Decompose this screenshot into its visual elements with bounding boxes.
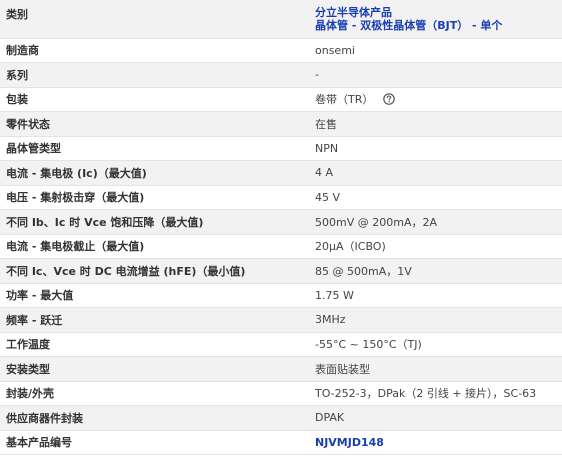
row-label: 供应商器件封装 bbox=[0, 405, 311, 431]
table-row: 基本产品编号 NJVMJD148 bbox=[0, 430, 562, 455]
row-label: 系列 bbox=[0, 62, 311, 88]
row-label: 安装类型 bbox=[0, 356, 311, 382]
row-label: 类别 bbox=[0, 0, 311, 39]
row-value: onsemi bbox=[311, 38, 562, 63]
table-row: 工作温度 -55°C ~ 150°C（TJ) bbox=[0, 332, 562, 357]
row-value: 45 V bbox=[311, 185, 562, 210]
base-part-number-link[interactable]: NJVMJD148 bbox=[315, 436, 384, 449]
row-value: DPAK bbox=[311, 405, 562, 431]
row-label: 晶体管类型 bbox=[0, 136, 311, 161]
table-row: 频率 - 跃迁 3MHz bbox=[0, 307, 562, 333]
category-link-discrete[interactable]: 分立半导体产品 bbox=[315, 6, 562, 19]
table-row: 包装 卷带（TR） bbox=[0, 87, 562, 112]
row-label: 电流 - 集电极截止（最大值) bbox=[0, 234, 311, 259]
table-row: 电流 - 集电极 (Ic)（最大值) 4 A bbox=[0, 160, 562, 186]
table-row: 晶体管类型 NPN bbox=[0, 136, 562, 161]
row-value: - bbox=[311, 62, 562, 88]
row-label: 不同 Ic、Vce 时 DC 电流增益 (hFE)（最小值) bbox=[0, 258, 311, 284]
row-value: NJVMJD148 bbox=[311, 430, 562, 455]
row-value: 3MHz bbox=[311, 307, 562, 333]
table-row: 安装类型 表面贴装型 bbox=[0, 356, 562, 382]
row-value: 表面贴装型 bbox=[311, 356, 562, 382]
category-link-bjt-single[interactable]: 晶体管 - 双极性晶体管（BJT） - 单个 bbox=[315, 19, 562, 32]
row-value: 分立半导体产品 晶体管 - 双极性晶体管（BJT） - 单个 bbox=[311, 0, 562, 39]
row-value: 卷带（TR） bbox=[311, 87, 562, 112]
table-row: 零件状态 在售 bbox=[0, 111, 562, 137]
row-label: 制造商 bbox=[0, 38, 311, 63]
row-label: 电压 - 集射极击穿（最大值) bbox=[0, 185, 311, 210]
table-row: 电流 - 集电极截止（最大值) 20µA（ICBO) bbox=[0, 234, 562, 259]
row-value: 20µA（ICBO) bbox=[311, 234, 562, 259]
row-label: 电流 - 集电极 (Ic)（最大值) bbox=[0, 160, 311, 186]
table-row: 供应商器件封装 DPAK bbox=[0, 405, 562, 431]
table-row: 电压 - 集射极击穿（最大值) 45 V bbox=[0, 185, 562, 210]
row-value: 85 @ 500mA，1V bbox=[311, 258, 562, 284]
row-label: 封装/外壳 bbox=[0, 381, 311, 406]
row-value: TO-252-3，DPak（2 引线 + 接片），SC-63 bbox=[311, 381, 562, 406]
row-label: 工作温度 bbox=[0, 332, 311, 357]
row-label: 基本产品编号 bbox=[0, 430, 311, 455]
table-row-category: 类别 分立半导体产品 晶体管 - 双极性晶体管（BJT） - 单个 bbox=[0, 0, 562, 39]
table-row: 制造商 onsemi bbox=[0, 38, 562, 63]
row-label: 功率 - 最大值 bbox=[0, 283, 311, 308]
table-row: 系列 - bbox=[0, 62, 562, 88]
packaging-value: 卷带（TR） bbox=[315, 93, 374, 107]
row-value: 500mV @ 200mA，2A bbox=[311, 209, 562, 235]
product-attributes-table: 类别 分立半导体产品 晶体管 - 双极性晶体管（BJT） - 单个 制造商 on… bbox=[0, 0, 562, 455]
table-row: 封装/外壳 TO-252-3，DPak（2 引线 + 接片），SC-63 bbox=[0, 381, 562, 406]
row-value: NPN bbox=[311, 136, 562, 161]
help-circle-icon[interactable] bbox=[383, 93, 395, 106]
row-label: 零件状态 bbox=[0, 111, 311, 137]
row-value: 4 A bbox=[311, 160, 562, 186]
table-row: 功率 - 最大值 1.75 W bbox=[0, 283, 562, 308]
table-row: 不同 Ib、Ic 时 Vce 饱和压降（最大值) 500mV @ 200mA，2… bbox=[0, 209, 562, 235]
table-row: 不同 Ic、Vce 时 DC 电流增益 (hFE)（最小值) 85 @ 500m… bbox=[0, 258, 562, 284]
row-label: 频率 - 跃迁 bbox=[0, 307, 311, 333]
row-label: 不同 Ib、Ic 时 Vce 饱和压降（最大值) bbox=[0, 209, 311, 235]
row-value: 1.75 W bbox=[311, 283, 562, 308]
row-label: 包装 bbox=[0, 87, 311, 112]
row-value: 在售 bbox=[311, 111, 562, 137]
row-value: -55°C ~ 150°C（TJ) bbox=[311, 332, 562, 357]
